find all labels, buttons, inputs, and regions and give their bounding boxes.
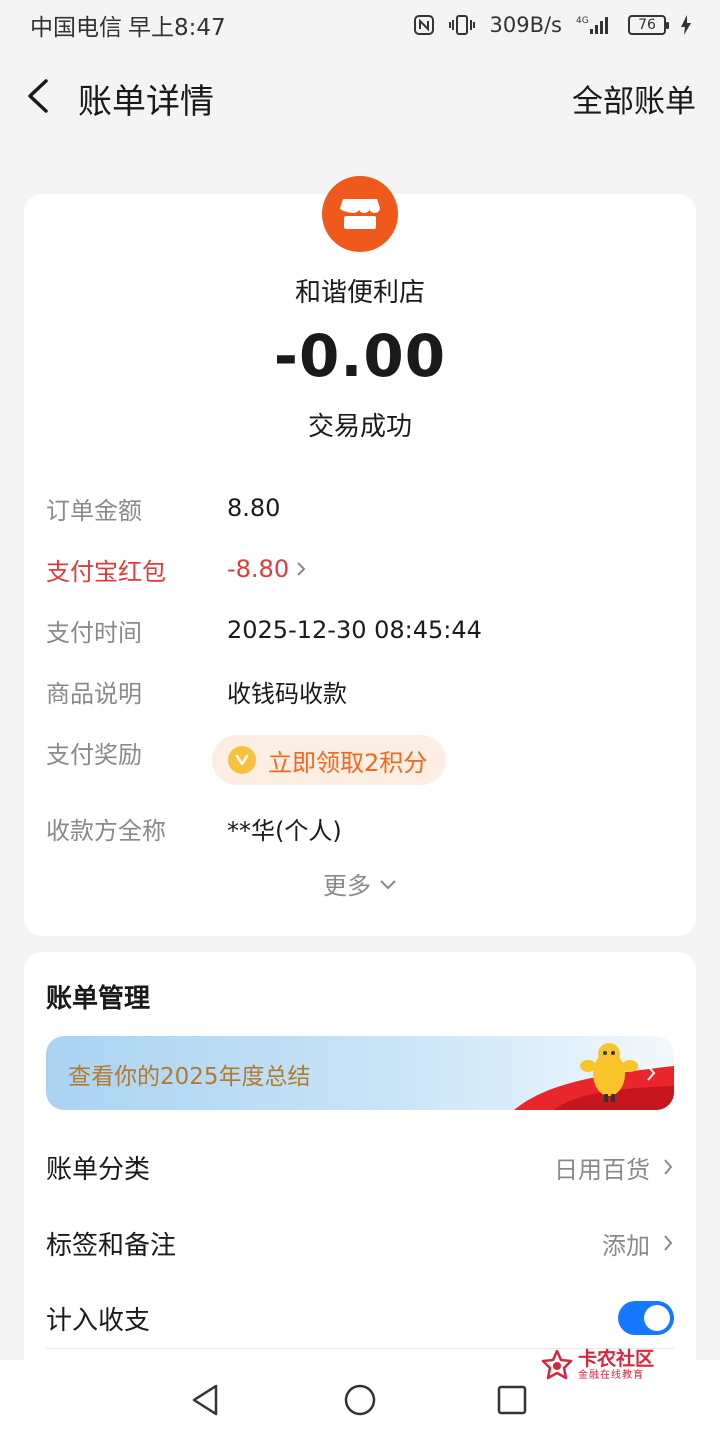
chevron-right-icon: [664, 1159, 673, 1175]
nfc-icon: [413, 14, 435, 36]
battery-indicator: 76: [628, 15, 669, 35]
status-left: 中国电信 早上8:47: [30, 8, 226, 42]
store-icon: [322, 176, 398, 252]
detail-row-order-amount: 订单金额 8.80: [46, 488, 674, 528]
vibrate-icon: [449, 14, 476, 36]
row-label: 支付宝红包: [46, 557, 166, 586]
back-icon[interactable]: [24, 78, 54, 114]
row-value: -8.80: [227, 555, 290, 583]
category-value: 日用百货: [554, 1155, 650, 1184]
all-bills-link[interactable]: 全部账单: [572, 76, 696, 121]
bill-detail-card: 和谐便利店 -0.00 交易成功 订单金额 8.80 支付宝红包 -8.80 支…: [24, 176, 696, 936]
annual-summary-banner[interactable]: 查看你的2025年度总结: [46, 1036, 674, 1110]
row-value: 2025-12-30 08:45:44: [227, 616, 482, 644]
detail-row-red-packet[interactable]: 支付宝红包 -8.80: [46, 549, 674, 589]
more-label: 更多: [323, 872, 371, 900]
watermark: 卡农社区 金融在线教育: [540, 1348, 654, 1382]
include-in-stats-row: 计入收支: [46, 1293, 674, 1343]
page-title: 账单详情: [78, 82, 214, 122]
banner-text: 查看你的2025年度总结: [68, 1064, 311, 1090]
watermark-subtitle: 金融在线教育: [578, 1370, 644, 1381]
watermark-text: 卡农社区 金融在线教育: [578, 1348, 654, 1382]
claim-points-button[interactable]: 立即领取2积分: [212, 735, 446, 785]
tags-value: 添加: [602, 1231, 650, 1260]
row-label: 商品说明: [46, 679, 142, 708]
status-bar: 中国电信 早上8:47 309B/s 4G 76: [0, 0, 720, 50]
include-label: 计入收支: [46, 1305, 151, 1336]
nav-back-icon[interactable]: [188, 1382, 224, 1418]
toggle-knob: [644, 1305, 670, 1331]
carrier: 中国电信: [30, 15, 122, 41]
row-label: 订单金额: [46, 496, 142, 525]
watermark-title: 卡农社区: [578, 1348, 655, 1370]
status-right: 309B/s 4G 76: [413, 13, 692, 37]
include-in-stats-toggle[interactable]: [618, 1301, 674, 1335]
watermark-logo-icon: [541, 1349, 573, 1380]
detail-row-pay-time: 支付时间 2025-12-30 08:45:44: [46, 610, 674, 650]
svg-text:4G: 4G: [576, 16, 589, 26]
detail-row-payee: 收款方全称 **华(个人): [46, 808, 674, 848]
chevron-right-icon: [297, 562, 306, 576]
manage-title: 账单管理: [46, 984, 151, 1014]
charging-icon: [680, 14, 692, 36]
category-value-wrap: 日用百货: [554, 1150, 674, 1185]
chevron-down-icon: [380, 879, 396, 889]
header: 账单详情 全部账单: [0, 60, 720, 132]
bill-manage-card: 账单管理 查看你的2025年度总结 账单分类 日用百货 标签和备注 添加 计入收…: [24, 952, 696, 1372]
more-button[interactable]: 更多: [24, 866, 696, 901]
tags-notes-row[interactable]: 标签和备注 添加: [46, 1218, 674, 1268]
chevron-right-icon: [664, 1235, 673, 1251]
transaction-amount: -0.00: [273, 322, 447, 390]
detail-row-description: 商品说明 收钱码收款: [46, 671, 674, 711]
row-value: 8.80: [227, 494, 281, 522]
network-speed: 309B/s: [489, 13, 562, 37]
chevron-right-icon: [647, 1065, 656, 1081]
trade-status: 交易成功: [307, 412, 412, 442]
nav-home-icon[interactable]: [342, 1382, 378, 1418]
row-label: 支付时间: [46, 618, 142, 647]
merchant-name: 和谐便利店: [294, 278, 425, 308]
signal-icon: 4G: [576, 14, 614, 36]
category-label: 账单分类: [46, 1154, 151, 1185]
nav-recents-icon[interactable]: [494, 1382, 530, 1418]
row-value: 收钱码收款: [227, 679, 347, 708]
points-coin-icon: [228, 746, 256, 774]
tags-label: 标签和备注: [46, 1230, 177, 1261]
claim-points-label: 立即领取2积分: [268, 748, 428, 777]
tags-value-wrap: 添加: [602, 1226, 674, 1261]
row-label: 支付奖励: [46, 740, 142, 769]
row-value-wrap: -8.80: [227, 555, 307, 583]
row-label: 收款方全称: [46, 816, 166, 845]
row-value: **华(个人): [227, 816, 342, 845]
bill-category-row[interactable]: 账单分类 日用百货: [46, 1142, 674, 1192]
status-time: 早上8:47: [128, 15, 226, 41]
